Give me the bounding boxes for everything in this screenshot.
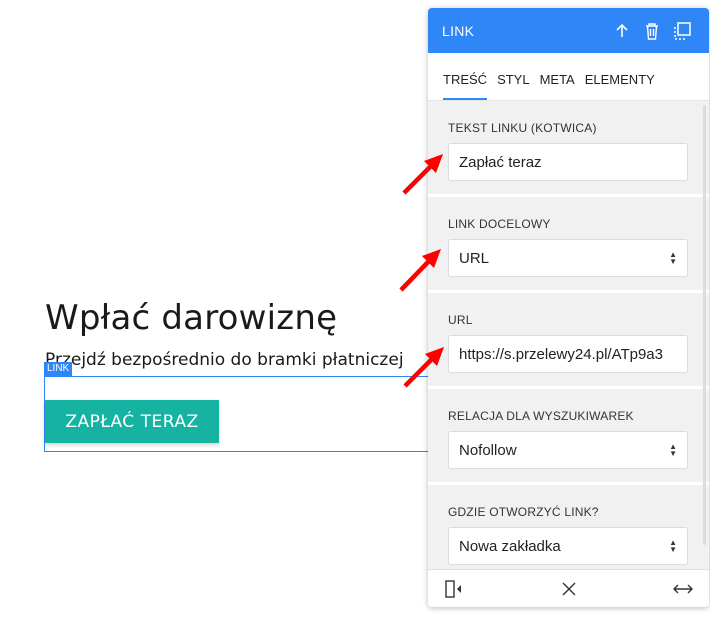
open-target-select[interactable]: Nowa zakładka ▲ ▼ xyxy=(448,527,688,565)
link-target-select[interactable]: URL ▲ ▼ xyxy=(448,239,688,277)
arrow-up-icon[interactable] xyxy=(609,18,635,44)
link-target-label: LINK DOCELOWY xyxy=(448,217,551,231)
duplicate-icon[interactable] xyxy=(669,18,695,44)
scrollbar[interactable] xyxy=(703,105,706,545)
select-arrows-icon: ▲ ▼ xyxy=(669,250,677,266)
anchor-text-input[interactable]: Zapłać teraz xyxy=(448,143,688,181)
open-target-value: Nowa zakładka xyxy=(459,537,561,555)
panel-footer xyxy=(428,569,709,607)
link-target-section: LINK DOCELOWY URL ▲ ▼ xyxy=(428,197,709,293)
rel-value: Nofollow xyxy=(459,441,517,459)
anchor-text-label: TEKST LINKU (KOTWICA) xyxy=(448,121,597,135)
trash-icon[interactable] xyxy=(639,18,665,44)
url-input[interactable]: https://s.przelewy24.pl/ATp9a3 xyxy=(448,335,688,373)
rel-select[interactable]: Nofollow ▲ ▼ xyxy=(448,431,688,469)
panel-body: TEKST LINKU (KOTWICA) Zapłać teraz LINK … xyxy=(428,101,709,569)
canvas: Wpłać darowiznę Przejdź bezpośrednio do … xyxy=(0,0,710,629)
tab-elementy[interactable]: ELEMENTY xyxy=(585,72,655,100)
page-subtext: Przejdź bezpośrednio do bramki płatnicze… xyxy=(45,350,404,370)
panel-collapse-icon[interactable] xyxy=(442,577,466,601)
tab-styl[interactable]: STYL xyxy=(497,72,530,100)
page-heading: Wpłać darowiznę xyxy=(45,298,338,338)
panel-tabs: TREŚĆ STYL META ELEMENTY xyxy=(428,53,709,101)
tab-tresc[interactable]: TREŚĆ xyxy=(443,72,488,100)
expand-horizontal-icon[interactable] xyxy=(671,577,695,601)
select-arrows-icon: ▲ ▼ xyxy=(669,538,677,554)
pay-now-button[interactable]: ZAPŁAĆ TERAZ xyxy=(45,400,219,443)
link-target-value: URL xyxy=(459,249,490,267)
open-target-section: GDZIE OTWORZYĆ LINK? Nowa zakładka ▲ ▼ xyxy=(428,485,709,569)
link-element-tag: LINK xyxy=(44,362,73,376)
url-section: URL https://s.przelewy24.pl/ATp9a3 xyxy=(428,293,709,389)
tab-meta[interactable]: META xyxy=(540,72,575,100)
close-icon[interactable] xyxy=(557,577,581,601)
anchor-text-section: TEKST LINKU (KOTWICA) Zapłać teraz xyxy=(428,101,709,197)
panel-title: LINK xyxy=(442,22,475,39)
panel-header: LINK xyxy=(428,8,709,53)
link-settings-panel: LINK TREŚĆ STYL META ELEMENTY TEKST LINK… xyxy=(428,8,709,607)
select-arrows-icon: ▲ ▼ xyxy=(669,442,677,458)
rel-section: RELACJA DLA WYSZUKIWAREK Nofollow ▲ ▼ xyxy=(428,389,709,485)
open-target-label: GDZIE OTWORZYĆ LINK? xyxy=(448,505,599,519)
rel-label: RELACJA DLA WYSZUKIWAREK xyxy=(448,409,634,423)
url-label: URL xyxy=(448,313,473,327)
